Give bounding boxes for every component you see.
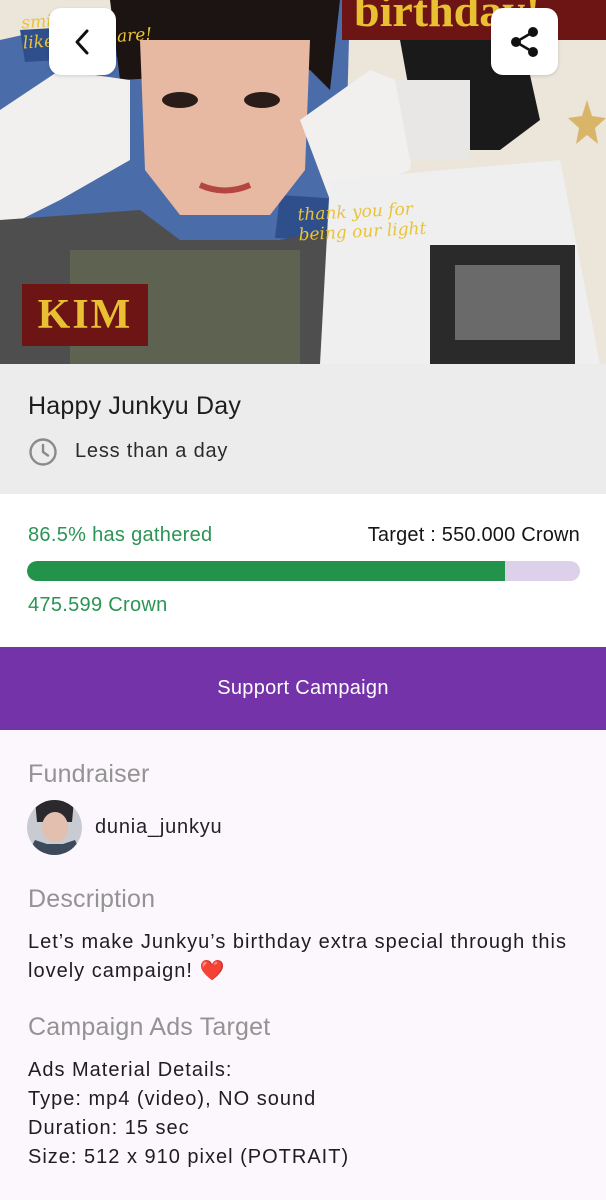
description-body: Let’s make Junkyu’s birthday extra speci…	[28, 931, 567, 982]
avatar[interactable]	[27, 800, 82, 855]
support-campaign-button[interactable]: Support Campaign	[0, 647, 606, 730]
gathered-percent-label: 86.5% has gathered	[28, 524, 213, 546]
description-text: Let’s make Junkyu’s birthday extra speci…	[28, 928, 578, 986]
banner-birthday-tag: birthday!	[342, 0, 606, 40]
fundraiser-heading: Fundraiser	[28, 760, 150, 788]
campaign-banner-image: smiling like ... you are! thank you for …	[0, 0, 606, 364]
ads-detail-line: Size: 512 x 910 pixel (POTRAIT)	[28, 1146, 350, 1168]
banner-caption-middle: thank you for being our light	[297, 199, 427, 245]
ads-target-heading: Campaign Ads Target	[28, 1013, 271, 1041]
collected-amount-label: 475.599 Crown	[28, 594, 168, 616]
description-heading: Description	[28, 885, 156, 913]
clock-icon	[29, 438, 57, 466]
share-icon	[510, 26, 538, 57]
campaign-header: Happy Junkyu Day Less than a day	[0, 364, 606, 494]
fundraiser-avatar-image	[27, 800, 82, 855]
fundraiser-username[interactable]: dunia_junkyu	[95, 816, 222, 839]
heart-emoji: ❤️	[199, 960, 226, 982]
ads-material-details: Ads Material Details: Type: mp4 (video),…	[28, 1056, 588, 1172]
ads-detail-line: Ads Material Details:	[28, 1059, 233, 1081]
campaign-title: Happy Junkyu Day	[28, 392, 242, 420]
progress-bar-fill	[27, 561, 506, 581]
ads-detail-line: Type: mp4 (video), NO sound	[28, 1088, 317, 1110]
funding-progress: 86.5% has gathered Target : 550.000 Crow…	[0, 494, 606, 648]
time-remaining: Less than a day	[75, 440, 229, 462]
chevron-left-icon	[75, 29, 88, 54]
progress-bar	[27, 561, 580, 581]
ads-detail-line: Duration: 15 sec	[28, 1117, 190, 1139]
share-button[interactable]	[491, 8, 558, 75]
banner-name-tag: KIM	[22, 284, 148, 346]
target-amount-label: Target : 550.000 Crown	[367, 524, 580, 546]
back-button[interactable]	[49, 8, 116, 75]
